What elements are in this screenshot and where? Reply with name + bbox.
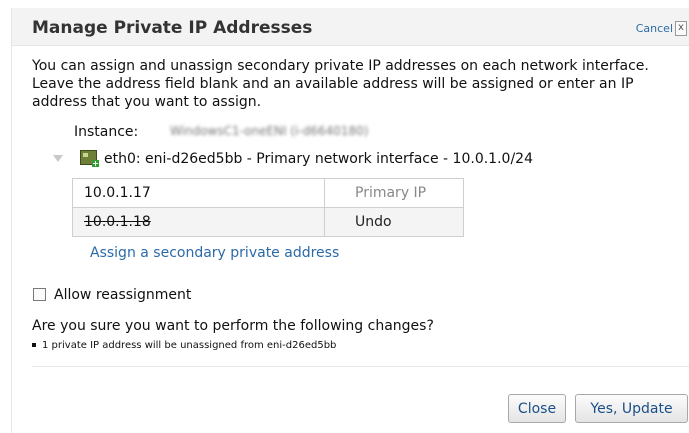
table-row: 10.0.1.17 Primary IP xyxy=(72,178,464,208)
footer-divider xyxy=(32,366,689,367)
bullet-icon xyxy=(32,343,36,347)
close-button[interactable]: Close xyxy=(508,394,566,423)
ip-address-table: 10.0.1.17 Primary IP 10.0.1.18 Undo xyxy=(72,178,464,237)
collapse-arrow-icon[interactable] xyxy=(53,155,63,162)
dialog-left-border xyxy=(11,8,12,433)
close-icon[interactable]: x xyxy=(675,21,687,36)
list-item: 1 private IP address will be unassigned … xyxy=(32,340,336,351)
ip-address-cell: 10.0.1.17 xyxy=(72,178,325,208)
dialog-title: Manage Private IP Addresses xyxy=(32,18,313,38)
instance-label: Instance: xyxy=(74,124,139,140)
ip-address-cell: 10.0.1.18 xyxy=(72,207,325,237)
dialog-description: You can assign and unassign secondary pr… xyxy=(32,58,649,110)
assign-secondary-address-link[interactable]: Assign a secondary private address xyxy=(90,245,339,261)
undo-link[interactable]: Undo xyxy=(324,207,464,237)
interface-label: eth0: eni-d26ed5bb - Primary network int… xyxy=(104,151,533,167)
dialog-titlebar: Manage Private IP Addresses Cancel x xyxy=(12,8,689,46)
add-badge-icon: + xyxy=(92,159,99,168)
allow-reassignment-checkbox[interactable] xyxy=(33,288,46,301)
confirm-question: Are you sure you want to perform the fol… xyxy=(32,318,434,334)
manage-private-ip-dialog: Manage Private IP Addresses Cancel x You… xyxy=(0,0,689,433)
instance-value: WindowsC1-oneENI (i-d6640180) xyxy=(170,124,369,138)
yes-update-button[interactable]: Yes, Update xyxy=(575,394,688,423)
allow-reassignment-label[interactable]: Allow reassignment xyxy=(54,287,191,303)
primary-ip-label: Primary IP xyxy=(324,178,464,208)
change-text: 1 private IP address will be unassigned … xyxy=(42,340,337,351)
cancel-link[interactable]: Cancel xyxy=(636,22,673,35)
table-row: 10.0.1.18 Undo xyxy=(72,207,464,237)
